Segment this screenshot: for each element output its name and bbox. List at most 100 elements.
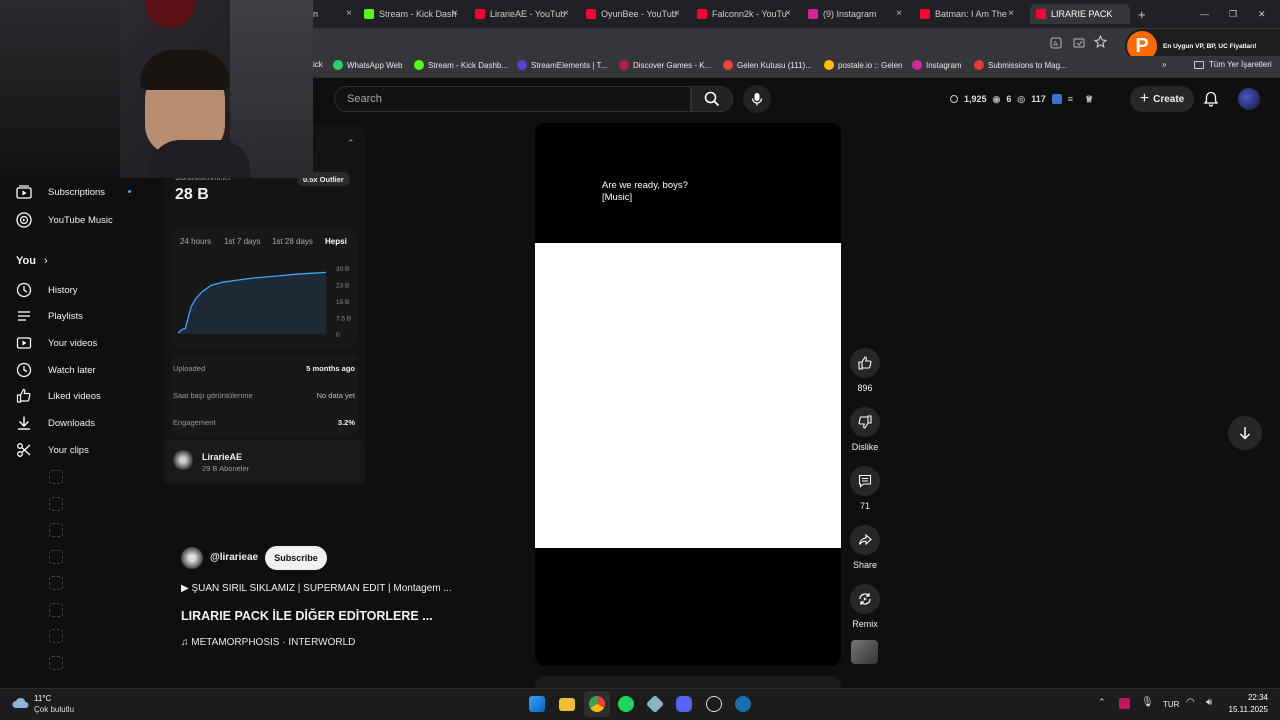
translate-icon[interactable]: A (1050, 36, 1062, 49)
tab-close-icon[interactable]: × (785, 8, 791, 19)
account-avatar[interactable] (1238, 88, 1260, 110)
clock-time[interactable]: 22:34 (1236, 693, 1268, 702)
bookmark-item[interactable]: Gelen Kutusu (111)... (723, 60, 812, 70)
tab-close-icon[interactable]: × (896, 8, 902, 19)
dislike-button[interactable]: Dislike (850, 407, 880, 452)
browser-tab[interactable]: Falconn2k - YouTu × (697, 4, 797, 24)
sidebar-item-liked-videos[interactable]: Liked videos (16, 388, 101, 404)
browser-tab[interactable]: LirarieAE - YouTub × (475, 4, 575, 24)
browser-tab[interactable]: (9) Instagram × (808, 4, 908, 24)
notifications-button[interactable] (1200, 88, 1222, 110)
tray-app-icon[interactable] (1119, 698, 1130, 709)
bookmark-star-icon[interactable] (1093, 34, 1108, 49)
channel-card-avatar[interactable] (173, 450, 193, 470)
tray-chevron-icon[interactable]: ⌃ (1098, 697, 1106, 708)
loading-placeholder (49, 602, 63, 617)
range-tab-24h[interactable]: 24 hours (180, 237, 211, 246)
bookmark-label: Instagram (926, 60, 962, 70)
clock-date[interactable]: 15.11.2025 (1222, 705, 1268, 714)
next-short-button[interactable] (1228, 416, 1262, 450)
obs-icon[interactable] (706, 696, 722, 712)
range-tab-28d[interactable]: 1st 28 days (272, 237, 313, 246)
chrome-icon[interactable] (589, 696, 605, 712)
spotify-icon[interactable] (618, 696, 634, 712)
create-label: Create (1153, 93, 1185, 105)
remix-icon (859, 593, 871, 605)
remix-button[interactable]: Remix (850, 584, 880, 629)
sidebar-you-header[interactable]: You › (16, 255, 48, 267)
subscribe-button[interactable]: Subscribe (265, 546, 327, 570)
browser-tab[interactable]: Stream - Kick Dash × (364, 4, 464, 24)
tray-mic-icon[interactable]: 🎙︎ (1141, 697, 1154, 708)
comments-button[interactable]: 71 (850, 466, 880, 511)
channel-avatar[interactable] (181, 547, 203, 569)
bookmark-item[interactable]: Stream - Kick Dashb... (414, 60, 508, 70)
sound-link[interactable]: ♫ METAMORPHOSIS · INTERWORLD (181, 637, 355, 648)
sidebar-item-subscriptions[interactable]: Subscriptions (16, 185, 105, 199)
channel-handle[interactable]: @lirarieae (210, 552, 258, 563)
weather-desc[interactable]: Çok bulutlu (34, 705, 74, 714)
sidebar-item-watch-later[interactable]: Watch later (16, 362, 96, 378)
bookmark-item[interactable]: StreamElements | T... (517, 60, 607, 70)
weather-cloud-icon[interactable] (12, 696, 30, 710)
share-button[interactable]: Share (850, 525, 880, 570)
sidebar-item-youtube-music[interactable]: YouTube Music (16, 212, 113, 228)
discord-icon[interactable] (676, 696, 692, 712)
bookmark-item[interactable]: postale.io :: Gelen (824, 60, 902, 70)
short-title[interactable]: LIRARIE PACK İLE DİĞER EDİTORLERE ... (181, 609, 433, 623)
voice-search-button[interactable] (743, 85, 771, 113)
sidebar-item-downloads[interactable]: Downloads (16, 415, 95, 431)
volume-icon[interactable]: 🔊︎ (1206, 697, 1212, 708)
extension-icon[interactable] (1051, 94, 1062, 104)
all-bookmarks-folder[interactable]: Tüm Yer İşaretleri (1194, 60, 1272, 69)
bookmark-item[interactable]: Instagram (912, 60, 962, 70)
bookmark-favicon (824, 60, 834, 70)
start-icon[interactable] (529, 696, 545, 712)
sidebar-item-history[interactable]: History (16, 282, 78, 298)
search-button[interactable] (691, 86, 733, 112)
range-tab-all[interactable]: Hepsi (325, 237, 347, 246)
list-icon[interactable]: ≡ (1068, 94, 1073, 104)
input-language[interactable]: TUR (1163, 700, 1179, 709)
range-tab-7d[interactable]: 1st 7 days (224, 237, 260, 246)
sidebar-item-your-clips[interactable]: Your clips (16, 442, 89, 458)
bookmark-item[interactable]: WhatsApp Web (333, 60, 402, 70)
bookmark-item[interactable]: Discover Games - K... (619, 60, 711, 70)
minimize-icon[interactable]: — (1200, 4, 1209, 24)
sidebar-item-playlists[interactable]: Playlists (16, 308, 83, 324)
related-playlist-link[interactable]: ▶ ŞUAN SIRIL SIKLAMIZ | SUPERMAN EDIT | … (181, 583, 452, 594)
short-video-frame[interactable] (535, 243, 841, 548)
new-tab-button[interactable]: + (1138, 4, 1146, 24)
browser-tab[interactable]: LIRARIE PACK× (1030, 4, 1130, 24)
tab-close-icon[interactable]: × (346, 8, 352, 19)
sidebar-item-your-videos[interactable]: Your videos (16, 335, 97, 351)
tab-close-icon[interactable]: × (563, 8, 569, 19)
loading-placeholder (49, 496, 63, 511)
tab-close-icon[interactable]: × (674, 8, 680, 19)
microphone-icon (751, 93, 763, 106)
like-button[interactable]: 896 (850, 348, 880, 393)
bookmarks-overflow-icon[interactable]: » (1162, 60, 1166, 69)
wifi-icon[interactable]: ◠ (1186, 697, 1195, 708)
weather-temp[interactable]: 11°C (34, 694, 51, 703)
channel-card[interactable] (165, 440, 364, 484)
ad-text: En Uygun VP, BP, UC Fiyatları! (1163, 42, 1257, 50)
sound-thumbnail[interactable] (851, 640, 878, 664)
search-input[interactable]: Search (334, 86, 691, 112)
tab-close-icon[interactable]: × (1008, 8, 1014, 19)
channel-card-name[interactable]: LirarieAE (202, 452, 242, 462)
create-button[interactable]: + Create (1130, 86, 1194, 112)
file-explorer-icon[interactable] (559, 698, 575, 711)
bookmark-item[interactable]: ick (313, 60, 323, 69)
collapse-chevron-icon[interactable]: ⌃ (347, 138, 355, 149)
browser-tab[interactable]: Batman: I Am The × (920, 4, 1020, 24)
bookmark-item[interactable]: Submissions to Mag... (974, 60, 1067, 70)
maximize-icon[interactable]: ❐ (1229, 4, 1237, 24)
tab-close-icon[interactable]: × (452, 8, 458, 19)
cast-icon[interactable] (1073, 36, 1085, 48)
browser-tab[interactable]: n × (313, 4, 358, 24)
trophy-icon[interactable]: ♕ (1085, 94, 1093, 105)
steam-icon[interactable] (735, 696, 751, 712)
browser-tab[interactable]: OyunBee - YouTub × (586, 4, 686, 24)
window-close-icon[interactable]: ✕ (1258, 4, 1266, 24)
